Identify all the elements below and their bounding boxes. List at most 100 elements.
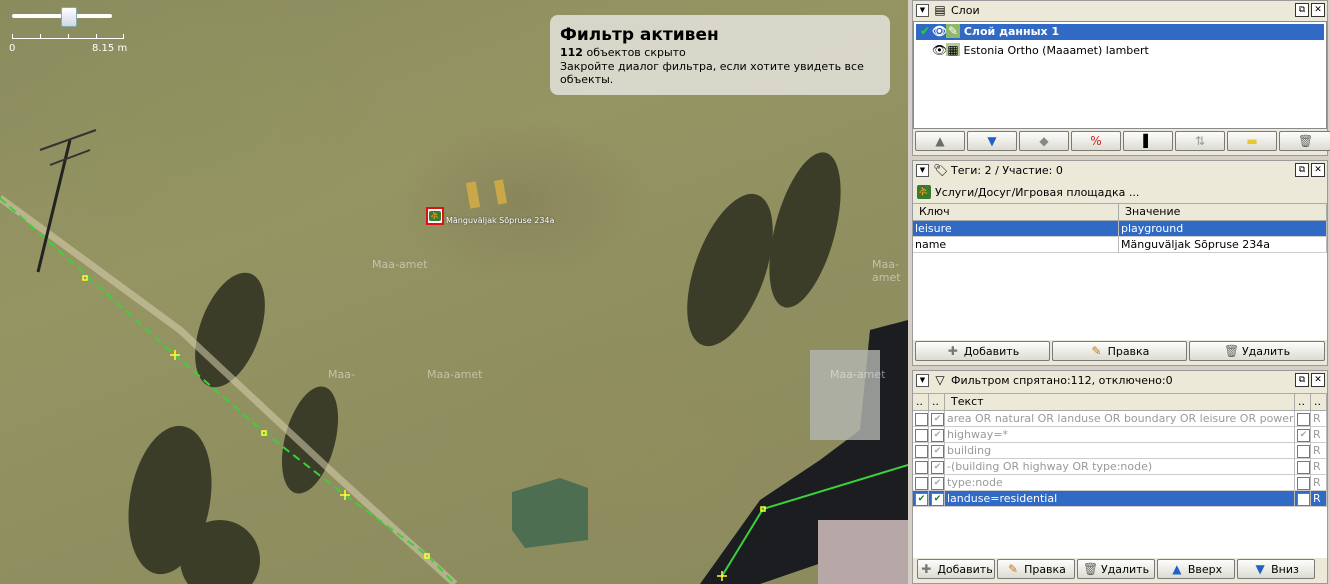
filter-enabled-cell[interactable]: ✔: [913, 491, 929, 507]
merge-button[interactable]: ◆: [1019, 131, 1069, 151]
key-column-header[interactable]: Ключ: [913, 204, 1119, 220]
collapse-toggle-icon[interactable]: ▼: [916, 3, 929, 17]
move-filter-down-button[interactable]: ▼ Вниз: [1237, 559, 1315, 579]
filter-text[interactable]: area OR natural OR landuse OR boundary O…: [945, 411, 1295, 427]
regex-column-header[interactable]: ..: [1311, 394, 1327, 410]
filter-text[interactable]: type:node: [945, 475, 1295, 491]
filter-enabled-cell[interactable]: [913, 427, 929, 443]
move-up-button[interactable]: ▲: [915, 131, 965, 151]
activate-button[interactable]: ▬: [1227, 131, 1277, 151]
hiding-checkbox[interactable]: ✔: [931, 444, 944, 458]
layer-row-data[interactable]: ✔ 👁✎ Слой данных 1: [916, 24, 1324, 40]
value-column-header[interactable]: Значение: [1119, 204, 1327, 220]
filter-inverted-cell[interactable]: ✔: [1295, 427, 1311, 443]
hiding-checkbox[interactable]: ✔: [931, 412, 944, 426]
enabled-checkbox[interactable]: [915, 412, 928, 426]
filter-row[interactable]: ✔ -(building OR highway OR type:node) R: [913, 459, 1327, 475]
filter-inverted-cell[interactable]: [1295, 475, 1311, 491]
add-filter-button[interactable]: ✚ Добавить: [917, 559, 995, 579]
inverted-checkbox[interactable]: [1297, 444, 1310, 458]
filter-enabled-cell[interactable]: [913, 411, 929, 427]
tag-row[interactable]: leisure playground: [913, 221, 1327, 237]
filter-text[interactable]: highway=*: [945, 427, 1295, 443]
delete-filter-button[interactable]: 🗑 Удалить: [1077, 559, 1155, 579]
tag-row[interactable]: name Mänguväljak Sõpruse 234a: [913, 237, 1327, 253]
layers-list[interactable]: ✔ 👁✎ Слой данных 1 👁▦ Estonia Ortho (Maaa…: [913, 21, 1327, 129]
opacity-button[interactable]: ▌: [1123, 131, 1173, 151]
filter-row[interactable]: ✔ highway=* ✔ R: [913, 427, 1327, 443]
zoom-slider-handle[interactable]: [61, 7, 77, 27]
tag-key[interactable]: leisure: [913, 221, 1119, 237]
map-view[interactable]: 0 8.15 m Maa-amet Maa-amet Maa- Maa-amet…: [0, 0, 908, 584]
inverted-checkbox[interactable]: ✔: [1297, 428, 1310, 442]
hiding-column-header[interactable]: ..: [929, 394, 945, 410]
map-scale[interactable]: 0 8.15 m: [8, 6, 128, 56]
undock-icon[interactable]: ⧉: [1295, 3, 1309, 17]
enabled-checkbox[interactable]: [915, 460, 928, 474]
add-tag-button[interactable]: ✚ Добавить: [915, 341, 1050, 361]
tag-key[interactable]: name: [913, 237, 1119, 253]
inverted-checkbox[interactable]: [1297, 460, 1310, 474]
order-button[interactable]: ⇅: [1175, 131, 1225, 151]
filter-enabled-cell[interactable]: [913, 443, 929, 459]
collapse-toggle-icon[interactable]: ▼: [916, 373, 929, 387]
inverted-checkbox[interactable]: [1297, 476, 1310, 490]
filter-text[interactable]: landuse=residential: [945, 491, 1295, 507]
move-filter-up-button[interactable]: ▲ Вверх: [1157, 559, 1235, 579]
collapse-toggle-icon[interactable]: ▼: [916, 163, 929, 177]
filter-row[interactable]: ✔ type:node R: [913, 475, 1327, 491]
hiding-checkbox[interactable]: ✔: [931, 492, 944, 506]
filter-hiding-cell[interactable]: ✔: [929, 491, 945, 507]
layer-row-imagery[interactable]: 👁▦ Estonia Ortho (Maaamet) lambert: [916, 40, 1324, 56]
delete-layer-button[interactable]: 🗑: [1279, 131, 1330, 151]
filter-hiding-cell[interactable]: ✔: [929, 475, 945, 491]
enabled-checkbox[interactable]: [915, 444, 928, 458]
preset-link[interactable]: ⛹ Услуги/Досуг/Игровая площадка ...: [917, 183, 1139, 201]
visibility-eye-icon[interactable]: 👁: [932, 43, 947, 56]
hiding-checkbox[interactable]: ✔: [931, 476, 944, 490]
edit-filter-button[interactable]: ✎ Правка: [997, 559, 1075, 579]
filter-inverted-cell[interactable]: [1295, 443, 1311, 459]
text-column-header[interactable]: Текст: [945, 394, 1295, 410]
tags-table[interactable]: Ключ Значение leisure playground name Mä…: [913, 203, 1327, 340]
visibility-eye-icon[interactable]: 👁: [932, 24, 947, 38]
filter-regex-cell[interactable]: R: [1311, 475, 1327, 491]
enabled-checkbox[interactable]: ✔: [915, 492, 928, 506]
filter-hiding-cell[interactable]: ✔: [929, 411, 945, 427]
playground-poi[interactable]: ⛹: [426, 207, 444, 225]
delete-tag-button[interactable]: 🗑 Удалить: [1189, 341, 1325, 361]
filter-regex-cell[interactable]: R: [1311, 491, 1327, 507]
enable-column-header[interactable]: ..: [913, 394, 929, 410]
filter-regex-cell[interactable]: R: [1311, 459, 1327, 475]
close-icon[interactable]: ✕: [1311, 3, 1325, 17]
filter-enabled-cell[interactable]: [913, 475, 929, 491]
filter-regex-cell[interactable]: R: [1311, 427, 1327, 443]
filter-inverted-cell[interactable]: [1295, 459, 1311, 475]
filter-hiding-cell[interactable]: ✔: [929, 427, 945, 443]
filter-enabled-cell[interactable]: [913, 459, 929, 475]
active-check-icon[interactable]: ✔: [918, 24, 932, 38]
filter-row[interactable]: ✔ building R: [913, 443, 1327, 459]
filter-regex-cell[interactable]: R: [1311, 411, 1327, 427]
filter-regex-cell[interactable]: R: [1311, 443, 1327, 459]
filter-text[interactable]: building: [945, 443, 1295, 459]
close-icon[interactable]: ✕: [1311, 373, 1325, 387]
inverted-checkbox[interactable]: [1297, 492, 1310, 506]
inverted-checkbox[interactable]: [1297, 412, 1310, 426]
tag-value[interactable]: Mänguväljak Sõpruse 234a: [1119, 237, 1327, 253]
undock-icon[interactable]: ⧉: [1295, 163, 1309, 177]
move-down-button[interactable]: ▼: [967, 131, 1017, 151]
undock-icon[interactable]: ⧉: [1295, 373, 1309, 387]
enabled-checkbox[interactable]: [915, 428, 928, 442]
filter-inverted-cell[interactable]: [1295, 491, 1311, 507]
edit-tag-button[interactable]: ✎ Правка: [1052, 341, 1187, 361]
filter-inverted-cell[interactable]: [1295, 411, 1311, 427]
toggle-active-button[interactable]: %: [1071, 131, 1121, 151]
filter-hiding-cell[interactable]: ✔: [929, 443, 945, 459]
filter-hiding-cell[interactable]: ✔: [929, 459, 945, 475]
hiding-checkbox[interactable]: ✔: [931, 428, 944, 442]
filter-row[interactable]: ✔ ✔ landuse=residential R: [913, 491, 1327, 507]
inverted-column-header[interactable]: ..: [1295, 394, 1311, 410]
filter-row[interactable]: ✔ area OR natural OR landuse OR boundary …: [913, 411, 1327, 427]
enabled-checkbox[interactable]: [915, 476, 928, 490]
